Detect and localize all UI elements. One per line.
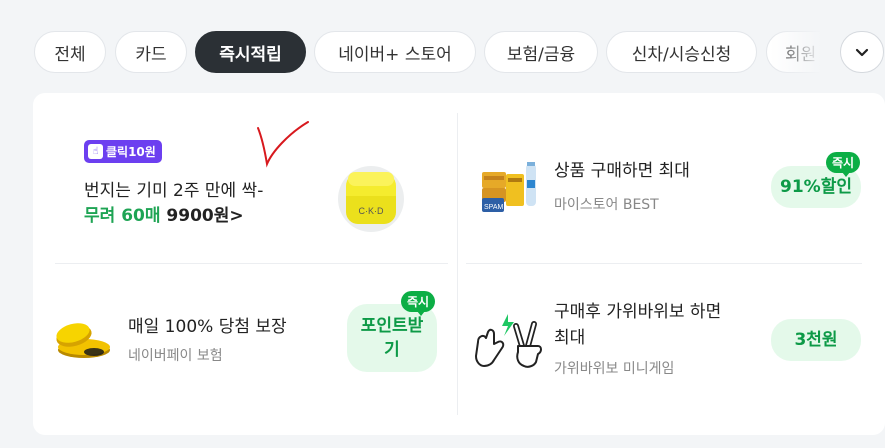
ad-offer-quantity: 무려 60매 — [84, 206, 161, 226]
chevron-down-icon — [855, 48, 869, 57]
check-annotation-icon — [257, 121, 309, 168]
item-title: 매일 100% 당첨 보장 — [128, 317, 287, 337]
hand-pointer-icon: ☝ — [88, 144, 103, 159]
tab-card[interactable]: 카드 — [115, 31, 187, 73]
more-tabs-button[interactable] — [840, 31, 884, 73]
item-title-line1: 구매후 가위바위보 하면 — [554, 302, 722, 322]
get-points-label-line2: 기 — [384, 340, 400, 360]
ad-offer-price: 9900원> — [166, 206, 244, 226]
vertical-divider — [457, 113, 458, 415]
item-subtitle: 마이스토어 BEST — [554, 197, 659, 213]
click-reward-label: 클릭10원 — [106, 145, 156, 159]
instant-tag: 즉시 — [826, 152, 861, 177]
item-title-line2: 최대 — [554, 328, 586, 348]
ad-offer: 무려 60매 9900원> — [84, 201, 244, 226]
reward-amount-button[interactable]: 3천원 — [771, 319, 861, 361]
rock-paper-scissors-icon — [475, 314, 542, 368]
item-subtitle: 가위바위보 미니게임 — [554, 361, 675, 377]
tab-insurance-finance[interactable]: 보험/금융 — [484, 31, 598, 73]
grocery-products-icon: SPAM — [482, 162, 536, 212]
horizontal-divider — [466, 263, 862, 264]
tab-fade — [770, 25, 830, 80]
tab-scroll-area: 전체 카드 즉시적립 네이버+ 스토어 보험/금융 신차/시승신청 회원 — [0, 0, 820, 100]
tab-all[interactable]: 전체 — [34, 31, 106, 73]
tab-naver-plus-store[interactable]: 네이버+ 스토어 — [314, 31, 476, 73]
product-brand: C·K·D — [358, 206, 384, 216]
get-points-label-line1: 포인트받 — [360, 316, 424, 336]
click-reward-badge: ☝ 클릭10원 — [84, 140, 162, 163]
tab-instant-reward[interactable]: 즉시적립 — [195, 31, 306, 73]
ad-headline: 번지는 기미 2주 만에 싹- — [84, 181, 264, 201]
coins-icon — [56, 323, 110, 358]
tab-new-car[interactable]: 신차/시승신청 — [606, 31, 757, 73]
category-tabs: 전체 카드 즉시적립 네이버+ 스토어 보험/금융 신차/시승신청 회원 — [0, 0, 885, 100]
horizontal-divider — [55, 263, 448, 264]
item-title: 상품 구매하면 최대 — [554, 161, 690, 181]
item-subtitle: 네이버페이 보험 — [128, 348, 223, 364]
instant-tag: 즉시 — [401, 291, 436, 316]
svg-text:SPAM: SPAM — [484, 204, 503, 211]
product-image: C·K·D — [338, 166, 404, 232]
